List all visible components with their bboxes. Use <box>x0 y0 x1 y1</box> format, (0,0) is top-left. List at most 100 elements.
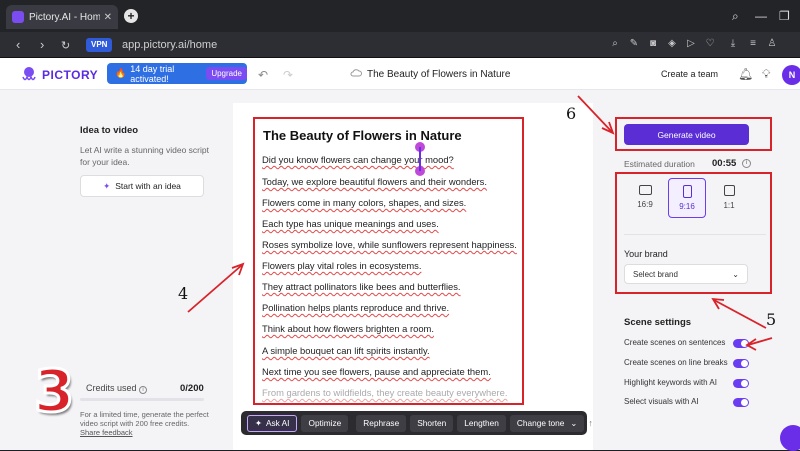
new-tab-icon[interactable]: + <box>124 9 138 23</box>
script-line[interactable]: Flowers play vital roles in ecosystems. <box>262 260 421 271</box>
scene-option-label: Highlight keywords with AI <box>624 378 717 387</box>
estimated-duration-value: 00:55 <box>712 158 737 169</box>
chat-support-icon[interactable] <box>780 425 800 451</box>
brand-select[interactable]: Select brand ⌄ <box>624 264 748 284</box>
script-line[interactable]: They attract pollinators like bees and b… <box>262 281 461 292</box>
script-line[interactable]: Did you know flowers can change your moo… <box>262 154 454 165</box>
browser-tab[interactable]: Pictory.AI - Home of AI Vi ✕ <box>6 5 118 29</box>
ratio-16-9-option[interactable]: 16:9 <box>626 178 664 218</box>
annotation-number-4: 4 <box>178 284 189 303</box>
camera-icon[interactable]: ◙ <box>647 38 659 50</box>
credits-value: 0/200 <box>180 383 204 394</box>
forward-icon[interactable]: › <box>40 37 44 52</box>
script-line[interactable]: From gardens to wildfields, they create … <box>262 387 507 398</box>
brand-select-value: Select brand <box>633 269 678 279</box>
rephrase-button[interactable]: Rephrase <box>356 414 407 432</box>
user-avatar[interactable]: N <box>782 65 800 85</box>
pictory-favicon-icon <box>12 11 24 23</box>
script-line[interactable]: A simple bouquet can lift spirits instan… <box>262 345 430 356</box>
menu-icon[interactable]: ≡ <box>747 38 759 50</box>
annotation-number-3: 3 <box>32 357 75 425</box>
close-tab-icon[interactable]: ✕ <box>104 12 112 23</box>
phone-icon <box>682 185 692 198</box>
highlight-keywords-toggle[interactable] <box>733 379 749 388</box>
sparkle-icon: ✦ <box>103 180 111 191</box>
scene-sentences-toggle[interactable] <box>733 339 749 348</box>
reload-icon[interactable]: ↻ <box>61 39 70 52</box>
download-icon[interactable]: ⤓ <box>727 38 739 50</box>
annotation-number-5: 5 <box>766 310 777 329</box>
ratio-1-1-option[interactable]: 1:1 <box>710 178 748 218</box>
search-tabs-icon[interactable]: ⌕ <box>732 9 739 24</box>
start-with-idea-label: Start with an idea <box>115 181 181 191</box>
edit-icon[interactable]: ✎ <box>628 38 640 50</box>
script-line[interactable]: Next time you see flowers, pause and app… <box>262 366 491 377</box>
create-team-button[interactable]: Create a team <box>661 69 718 79</box>
scene-option-label: Select visuals with AI <box>624 397 699 406</box>
trial-banner[interactable]: 🔥 14 day trial activated! Upgrade <box>107 63 247 84</box>
square-icon <box>723 185 735 196</box>
script-title[interactable]: The Beauty of Flowers in Nature <box>263 128 462 143</box>
script-line[interactable]: Flowers come in many colors, shapes, and… <box>262 197 466 208</box>
logo-text: PICTORY <box>42 68 99 82</box>
share-feedback-link[interactable]: Share feedback <box>80 428 133 437</box>
url-field[interactable]: app.pictory.ai/home <box>122 39 217 51</box>
trial-text: 14 day trial activated! <box>130 63 175 84</box>
address-bar <box>0 32 800 58</box>
undo-icon[interactable]: ↶ <box>258 68 268 82</box>
scene-line-breaks-toggle[interactable] <box>733 359 749 368</box>
divider <box>624 234 766 235</box>
ai-toolbar: ✦ Ask AI Optimize Rephrase Shorten Length… <box>241 411 593 435</box>
info-icon: i <box>139 386 148 394</box>
credits-label: Credits used i <box>86 383 148 394</box>
credits-description: For a limited time, generate the perfect… <box>80 410 209 428</box>
start-with-idea-button[interactable]: ✦ Start with an idea <box>80 175 204 197</box>
annotation-number-6: 6 <box>566 104 577 123</box>
upgrade-button[interactable]: Upgrade <box>206 67 247 80</box>
redo-icon[interactable]: ↷ <box>283 68 293 82</box>
scene-option-label: Create scenes on sentences <box>624 338 726 347</box>
estimated-duration-label: Estimated duration <box>624 159 695 169</box>
idea-description: Let AI write a stunning video script for… <box>80 145 209 167</box>
restore-icon[interactable]: ❐ <box>779 9 790 23</box>
send-up-icon[interactable]: ↑ <box>588 416 593 430</box>
script-line[interactable]: Roses symbolize love, while sunflowers r… <box>262 239 517 250</box>
select-visuals-toggle[interactable] <box>733 398 749 407</box>
chevron-down-icon: ⌄ <box>570 418 578 428</box>
credits-progress-bar <box>80 398 204 401</box>
shorten-button[interactable]: Shorten <box>410 414 454 432</box>
ratio-9-16-option[interactable]: 9:16 <box>668 178 706 218</box>
play-icon[interactable]: ▷ <box>685 38 697 50</box>
monitor-icon <box>638 185 652 195</box>
zoom-icon[interactable]: ⌕ <box>609 38 621 50</box>
info-icon[interactable]: i <box>742 159 751 168</box>
script-line[interactable]: Today, we explore beautiful flowers and … <box>262 176 487 187</box>
chevron-down-icon: ⌄ <box>732 269 739 279</box>
browser-tab-bar: Pictory.AI - Home of AI Vi ✕ + ⌕ — ❐ <box>0 0 800 32</box>
scene-settings-title: Scene settings <box>624 317 692 328</box>
tab-title: Pictory.AI - Home of AI Vi <box>29 11 100 23</box>
lengthen-button[interactable]: Lengthen <box>457 414 506 432</box>
ask-ai-button[interactable]: ✦ Ask AI <box>247 414 298 432</box>
heart-icon[interactable]: ♡ <box>704 38 716 50</box>
minimize-icon[interactable]: — <box>755 9 767 23</box>
script-line[interactable]: Think about how flowers brighten a room. <box>262 323 434 334</box>
profile-icon[interactable]: ♙ <box>766 38 778 50</box>
generate-video-button[interactable]: Generate video <box>624 124 749 145</box>
pictory-logo-icon <box>22 67 36 81</box>
your-brand-label: Your brand <box>624 249 668 259</box>
back-icon[interactable]: ‹ <box>16 37 20 52</box>
document-title[interactable]: The Beauty of Flowers in Nature <box>367 69 510 80</box>
optimize-button[interactable]: Optimize <box>301 414 349 432</box>
change-tone-button[interactable]: Change tone ⌄ <box>509 414 585 432</box>
cloud-icon <box>350 69 362 77</box>
fire-icon: 🔥 <box>115 68 127 78</box>
bell-icon[interactable]: 🔔︎ <box>738 67 753 81</box>
lightbulb-icon[interactable]: 💡︎ <box>762 67 770 82</box>
app-header: PICTORY 🔥 14 day trial activated! Upgrad… <box>0 58 800 90</box>
script-line[interactable]: Pollination helps plants reproduce and t… <box>262 302 449 313</box>
vpn-badge[interactable]: VPN <box>86 38 113 52</box>
script-line[interactable]: Each type has unique meanings and uses. <box>262 218 439 229</box>
shield-icon[interactable]: ◈ <box>666 38 678 50</box>
scene-option-label: Create scenes on line breaks <box>624 358 728 367</box>
